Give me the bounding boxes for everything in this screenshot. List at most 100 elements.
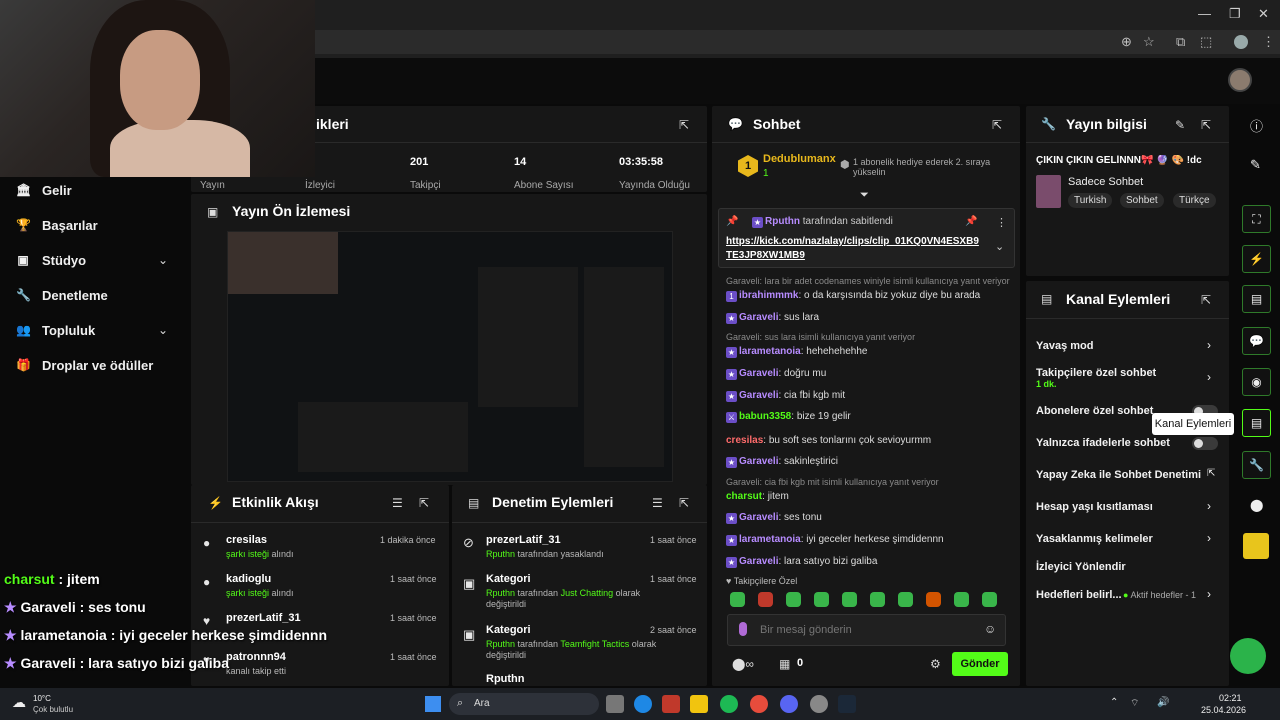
- expand-icon[interactable]: ⇱: [1201, 293, 1211, 307]
- tray-up-icon[interactable]: ⌃: [1110, 697, 1118, 708]
- pinned-link[interactable]: https://kick.com/nazlalay/clips/clip_01K…: [726, 235, 984, 263]
- wrench-icon[interactable]: 🔧: [1242, 451, 1271, 479]
- sidebar-item-gelir[interactable]: 🏛 Gelir: [16, 179, 72, 201]
- tag[interactable]: Turkish: [1068, 193, 1113, 208]
- collapse-icon[interactable]: ⏷: [860, 189, 869, 202]
- chevron-right-icon[interactable]: ›: [1207, 338, 1211, 352]
- chevron-down-icon[interactable]: ⌄: [995, 240, 1004, 253]
- sidebar-item-droplar[interactable]: 🎁 Droplar ve ödüller: [16, 354, 153, 376]
- emote[interactable]: [786, 592, 801, 607]
- emote[interactable]: [982, 592, 997, 607]
- clip-icon[interactable]: ⛶: [1242, 205, 1271, 233]
- emote[interactable]: [730, 592, 745, 607]
- profile-icon[interactable]: [1234, 35, 1248, 49]
- followers-only-row[interactable]: Takipçilere özel sohbet: [1036, 367, 1218, 379]
- tag[interactable]: Sohbet: [1120, 193, 1164, 208]
- sidebar-item-denetleme[interactable]: 🔧 Denetleme: [16, 284, 108, 306]
- channel-actions-icon[interactable]: ▤: [1242, 409, 1271, 437]
- mic-icon[interactable]: [739, 622, 747, 636]
- chat-username[interactable]: charsut: [726, 491, 762, 502]
- emote[interactable]: [954, 592, 969, 607]
- maximize-icon[interactable]: ❐: [1229, 6, 1241, 22]
- edge-icon[interactable]: [634, 695, 652, 713]
- chevron-right-icon[interactable]: ›: [1207, 370, 1211, 384]
- emote[interactable]: [926, 592, 941, 607]
- slow-mode-row[interactable]: Yavaş mod: [1036, 340, 1218, 352]
- broadcast-icon[interactable]: ◉: [1242, 368, 1271, 396]
- chat-username[interactable]: Garaveli: [739, 312, 778, 323]
- chat-username[interactable]: cresilas: [726, 435, 763, 446]
- emote[interactable]: [758, 592, 773, 607]
- emote[interactable]: [814, 592, 829, 607]
- expand-icon[interactable]: ⇱: [679, 118, 689, 132]
- emote[interactable]: [898, 592, 913, 607]
- emotes-only-toggle[interactable]: [1192, 437, 1218, 450]
- more-icon[interactable]: ⋮: [996, 216, 1007, 229]
- taskbar-search[interactable]: [449, 693, 599, 715]
- sidebar-item-basarilar[interactable]: 🏆 Başarılar: [16, 214, 98, 236]
- sidebar-item-topluluk[interactable]: 👥 Topluluk: [16, 319, 95, 341]
- points-icon[interactable]: ⬤∞: [732, 657, 754, 671]
- obs-icon[interactable]: [810, 695, 828, 713]
- raid-row[interactable]: İzleyici Yönlendir: [1036, 561, 1218, 573]
- chat-username[interactable]: Garaveli: [739, 512, 778, 523]
- volume-icon[interactable]: 🔊: [1157, 697, 1169, 708]
- weather-icon[interactable]: ☁: [12, 694, 26, 711]
- tag[interactable]: Türkçe: [1173, 193, 1216, 208]
- expand-icon[interactable]: ⇱: [1201, 118, 1211, 132]
- avatar[interactable]: [1228, 68, 1252, 92]
- category-name[interactable]: Sadece Sohbet: [1068, 176, 1143, 188]
- top-gifter-name[interactable]: Dedublumanx: [763, 153, 836, 165]
- points-icon[interactable]: ⬤: [1250, 498, 1263, 512]
- task-view-icon[interactable]: [606, 695, 624, 713]
- expand-icon[interactable]: ⇱: [679, 496, 689, 510]
- clapper-icon[interactable]: [1243, 533, 1269, 559]
- stream-preview-video[interactable]: [227, 231, 673, 482]
- chat-username[interactable]: Garaveli: [739, 556, 778, 567]
- cast-icon[interactable]: ⧉: [1176, 34, 1185, 50]
- chat-username[interactable]: ibrahimmmk: [739, 290, 798, 301]
- chevron-right-icon[interactable]: ›: [1207, 499, 1211, 513]
- account-age-row[interactable]: Hesap yaşı kısıtlaması: [1036, 501, 1218, 513]
- zoom-icon[interactable]: ⊕: [1121, 34, 1132, 50]
- chat-icon[interactable]: 💬: [1242, 327, 1271, 355]
- edit-icon[interactable]: ✎: [1175, 118, 1185, 132]
- banned-words-row[interactable]: Yasaklanmış kelimeler: [1036, 533, 1218, 545]
- discord-icon[interactable]: [780, 695, 798, 713]
- sidebar-item-studyo[interactable]: ▣ Stüdyo: [16, 249, 86, 271]
- expand-icon[interactable]: ⇱: [992, 118, 1002, 132]
- chat-username[interactable]: Garaveli: [739, 456, 778, 467]
- info-icon[interactable]: ⓘ: [1250, 116, 1263, 135]
- windows-start-icon[interactable]: [425, 696, 441, 712]
- chat-input[interactable]: [760, 619, 970, 641]
- extensions-icon[interactable]: ⬚: [1200, 34, 1212, 50]
- emote[interactable]: [842, 592, 857, 607]
- edit-icon[interactable]: ✎: [1250, 157, 1261, 173]
- unpin-icon[interactable]: 📌: [965, 216, 977, 227]
- settings-icon[interactable]: ⚙: [930, 657, 941, 671]
- chevron-down-icon[interactable]: ⌄: [158, 253, 168, 267]
- filter-icon[interactable]: ☰: [652, 496, 663, 510]
- chat-username[interactable]: Garaveli: [739, 368, 778, 379]
- chevron-right-icon[interactable]: ›: [1207, 531, 1211, 545]
- app-icon[interactable]: [662, 695, 680, 713]
- menu-icon[interactable]: ⋮: [1262, 34, 1275, 50]
- chat-username[interactable]: Garaveli: [739, 390, 778, 401]
- steam-icon[interactable]: [838, 695, 856, 713]
- chat-username[interactable]: babun3358: [739, 411, 791, 422]
- spotify-icon[interactable]: [720, 695, 738, 713]
- gift-box-icon[interactable]: ▦: [779, 657, 790, 671]
- external-link-icon[interactable]: ⇱: [1207, 468, 1215, 479]
- document-icon[interactable]: ▤: [1242, 285, 1271, 313]
- chevron-down-icon[interactable]: ⌄: [158, 323, 168, 337]
- support-icon[interactable]: [1230, 638, 1266, 674]
- emote[interactable]: [870, 592, 885, 607]
- expand-icon[interactable]: ⇱: [419, 496, 429, 510]
- chat-username[interactable]: larametanoia: [739, 534, 801, 545]
- close-icon[interactable]: ✕: [1258, 6, 1269, 22]
- filter-icon[interactable]: ☰: [392, 496, 403, 510]
- minimize-icon[interactable]: —: [1198, 6, 1211, 21]
- lightning-icon[interactable]: ⚡: [1242, 245, 1271, 273]
- chevron-right-icon[interactable]: ›: [1207, 587, 1211, 601]
- emoji-icon[interactable]: ☺: [984, 622, 996, 636]
